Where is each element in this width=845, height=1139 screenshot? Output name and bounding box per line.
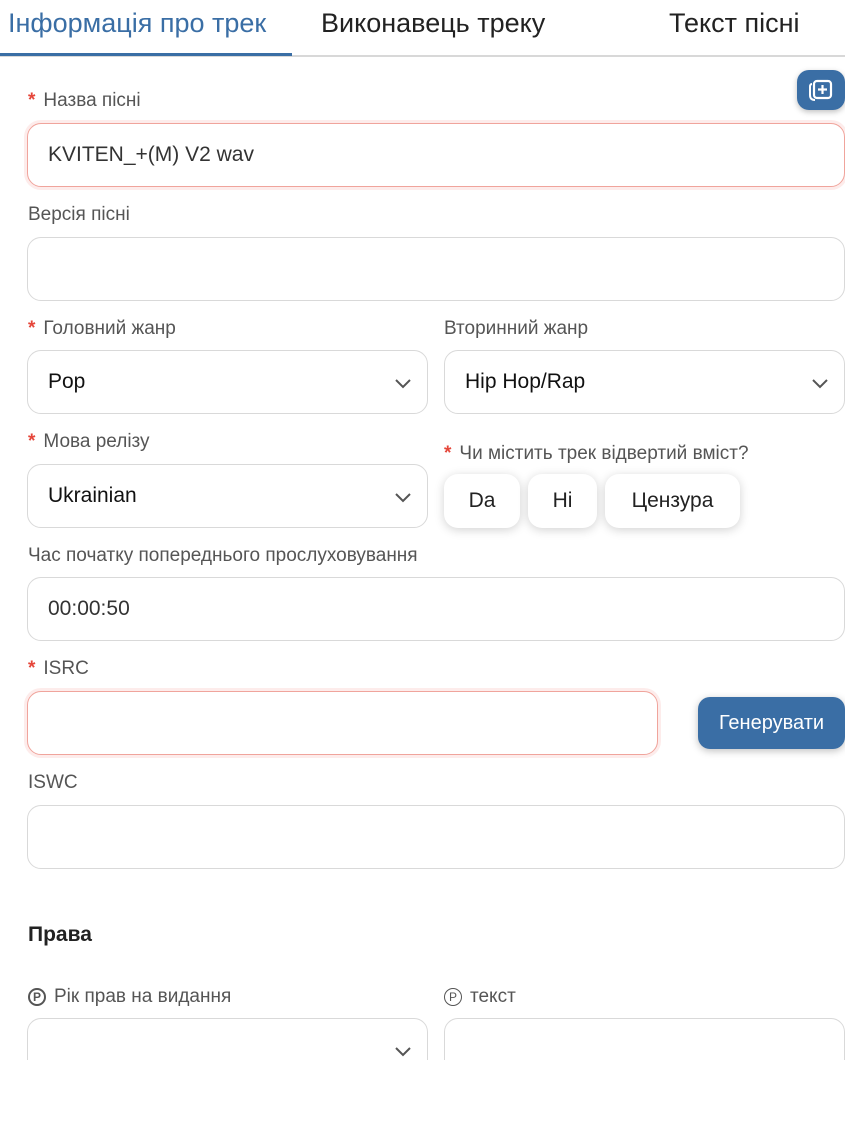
- isrc-label: * ISRC: [28, 658, 89, 679]
- viewport-clip: [0, 1060, 845, 1139]
- phonogram-icon: P: [28, 988, 46, 1006]
- phonogram-icon: P: [444, 988, 462, 1006]
- release-language-label: * Мова релізу: [28, 431, 150, 452]
- release-language-select[interactable]: Ukrainian: [27, 464, 428, 528]
- preview-start-input[interactable]: 00:00:50: [27, 577, 845, 641]
- preview-start-label: Час початку попереднього прослуховування: [28, 545, 418, 566]
- add-card-icon: [809, 79, 833, 101]
- required-asterisk: *: [444, 443, 452, 464]
- primary-genre-select[interactable]: Pop: [27, 350, 428, 414]
- generate-isrc-button[interactable]: Генерувати: [698, 697, 845, 749]
- explicit-no-button[interactable]: Ні: [528, 474, 597, 528]
- add-card-button[interactable]: [797, 70, 845, 110]
- p-year-label: P Рік прав на видання: [28, 986, 231, 1008]
- chevron-down-icon: [812, 379, 828, 389]
- explicit-label: * Чи містить трек відвертий вміст?: [444, 443, 749, 464]
- p-text-label: Pтекст: [444, 986, 516, 1008]
- required-asterisk: *: [28, 431, 36, 452]
- primary-genre-label: * Головний жанр: [28, 318, 176, 339]
- tab-bar: Інформація про трек Виконавець треку Тек…: [0, 0, 845, 57]
- secondary-genre-label: Вторинний жанр: [444, 318, 589, 339]
- tab-track-info[interactable]: Інформація про трек: [8, 8, 266, 39]
- chevron-down-icon: [395, 1047, 411, 1057]
- iswc-input[interactable]: [27, 805, 845, 869]
- song-name-input[interactable]: KVITEN_+(M) V2 wav: [27, 123, 845, 187]
- chevron-down-icon: [395, 493, 411, 503]
- primary-genre-value: Pop: [48, 370, 86, 393]
- required-asterisk: *: [28, 318, 36, 339]
- active-tab-indicator: [0, 53, 292, 56]
- song-version-input[interactable]: [27, 237, 845, 301]
- explicit-yes-button[interactable]: Da: [444, 474, 520, 528]
- secondary-genre-select[interactable]: Hip Hop/Rap: [444, 350, 845, 414]
- song-name-label: * Назва пісні: [28, 90, 141, 111]
- release-language-value: Ukrainian: [48, 484, 137, 507]
- rights-section-title: Права: [28, 923, 92, 946]
- secondary-genre-value: Hip Hop/Rap: [465, 370, 586, 393]
- explicit-censored-button[interactable]: Цензура: [605, 474, 740, 528]
- iswc-label: ISWC: [28, 772, 78, 793]
- chevron-down-icon: [395, 379, 411, 389]
- tab-lyrics[interactable]: Текст пісні: [669, 8, 800, 39]
- isrc-input[interactable]: [27, 691, 658, 755]
- tab-track-artist[interactable]: Виконавець треку: [321, 8, 545, 39]
- song-version-label: Версія пісні: [28, 204, 130, 225]
- required-asterisk: *: [28, 90, 36, 111]
- required-asterisk: *: [28, 658, 36, 679]
